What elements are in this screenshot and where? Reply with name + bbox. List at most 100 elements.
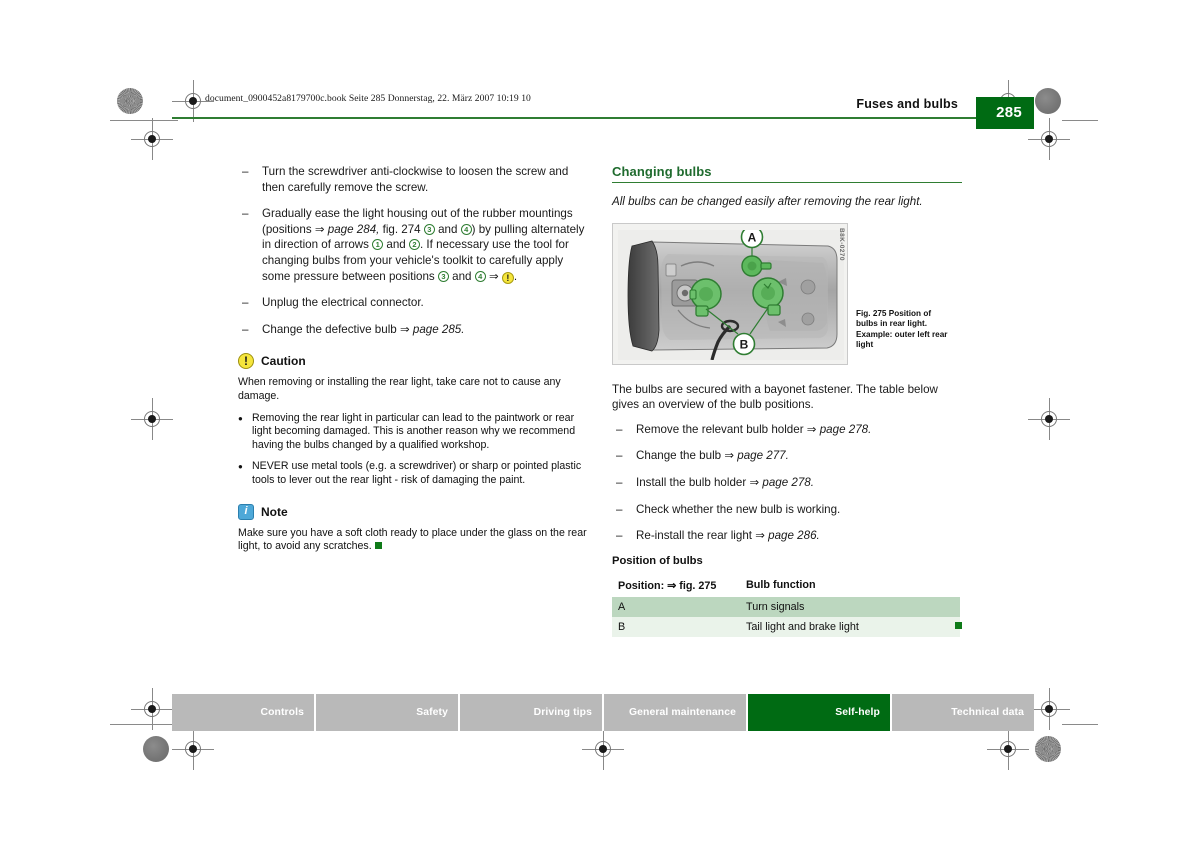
- crop-line-bottom-left: [110, 724, 178, 725]
- registration-mark-left-middle: [131, 398, 173, 440]
- table-cell-function: Turn signals: [740, 596, 960, 617]
- callout-number: 3: [437, 270, 449, 282]
- bulb-position-table: Position: ⇒ fig. 275 Bulb function A Tur…: [612, 574, 960, 637]
- double-arrow-icon: ⇒: [488, 269, 499, 283]
- registration-mark-bottom-center: [582, 728, 624, 770]
- double-arrow-icon: ⇒: [314, 222, 325, 236]
- note-text: Make sure you have a soft cloth ready to…: [238, 526, 587, 553]
- figure-caption-line-2: bulbs in rear light.: [856, 319, 927, 329]
- table-cell-position: A: [612, 596, 740, 617]
- footer-tab-label: Technical data: [951, 707, 1024, 718]
- registration-mark-right-lower: [1028, 688, 1070, 730]
- bulbs-intro-text: The bulbs are secured with a bayonet fas…: [612, 382, 938, 412]
- cross-reference: page 285.: [409, 322, 465, 336]
- figure-code: B8K-0270: [838, 227, 845, 261]
- footer-tab-label: Controls: [260, 707, 304, 718]
- caution-block-header: ! Caution: [238, 353, 588, 370]
- note-block-header: i Note: [238, 503, 588, 520]
- note-text-wrap: Make sure you have a soft cloth ready to…: [238, 527, 588, 554]
- figure-image-frame: A B B8K-0270: [612, 222, 848, 365]
- callout-number: 4: [460, 223, 472, 235]
- right-column: Changing bulbs All bulbs can be changed …: [612, 164, 962, 637]
- instruction-step: Check whether the new bulb is working.: [612, 502, 962, 518]
- cross-reference: page 277.: [734, 449, 789, 463]
- caution-icon: !: [501, 271, 514, 284]
- callout-number: 3: [423, 223, 435, 235]
- registration-mark-right-upper: [1028, 118, 1070, 160]
- instruction-step: Turn the screwdriver anti-clockwise to l…: [238, 164, 588, 195]
- crop-line-top-right: [1062, 120, 1098, 121]
- caution-icon: !: [238, 353, 254, 370]
- figure-block: A B B8K-0270 Fig. 275 Position of bulbs …: [612, 222, 962, 368]
- page-number: 285: [996, 104, 1022, 121]
- bulb-position-table-wrap: Position: ⇒ fig. 275 Bulb function A Tur…: [612, 574, 962, 637]
- footer-tab-controls[interactable]: Controls: [172, 694, 316, 731]
- instruction-step: Install the bulb holder ⇒ page 278.: [612, 475, 962, 491]
- caution-label: Caution: [261, 354, 306, 369]
- footer-tab-label: Driving tips: [533, 707, 592, 718]
- cross-reference: page 286.: [764, 529, 820, 543]
- figure-caption-line-1: Fig. 275 Position of: [856, 308, 932, 318]
- instruction-step: Unplug the electrical connector.: [238, 295, 588, 311]
- halftone-dot-bottom-left: [143, 736, 169, 762]
- table-header-row: Position: ⇒ fig. 275 Bulb function: [612, 574, 960, 597]
- callout-number: 1: [372, 239, 384, 251]
- crop-line-top-left: [110, 120, 178, 121]
- table-col-position: Position: ⇒ fig. 275: [612, 574, 740, 597]
- footer-tab-label: Self-help: [835, 707, 880, 718]
- double-arrow-icon: ⇒: [749, 475, 760, 489]
- footer-tab-safety[interactable]: Safety: [316, 694, 460, 731]
- table-cell-function: Tail light and brake light: [740, 616, 960, 637]
- halftone-dot-top-right: [1035, 88, 1061, 114]
- footer-tab-label: General maintenance: [628, 707, 736, 718]
- caution-intro: When removing or installing the rear lig…: [238, 376, 561, 402]
- halftone-dot-bottom-right: [1035, 736, 1061, 762]
- table-title: Position of bulbs: [612, 554, 703, 567]
- table-row: A Turn signals: [612, 596, 960, 617]
- cross-reference: page 278.: [816, 422, 872, 436]
- double-arrow-icon: ⇒: [724, 449, 735, 463]
- footer-tab-driving-tips[interactable]: Driving tips: [460, 694, 604, 731]
- instruction-step: Change the defective bulb ⇒ page 285.: [238, 322, 588, 338]
- section-heading: Changing bulbs: [612, 164, 712, 179]
- caution-bullet: NEVER use metal tools (e.g. a screwdrive…: [238, 460, 588, 487]
- registration-mark-bottom-left: [172, 728, 214, 770]
- double-arrow-icon: ⇒: [806, 422, 817, 436]
- left-steps-list: Turn the screwdriver anti-clockwise to l…: [238, 164, 588, 337]
- info-icon: i: [238, 503, 254, 520]
- page-title: Fuses and bulbs: [856, 97, 958, 111]
- callout-number: 2: [408, 239, 420, 251]
- registration-mark-bottom-right: [987, 728, 1029, 770]
- figure-caption-line-4: light: [856, 340, 874, 350]
- footer-tab-technical-data[interactable]: Technical data: [892, 694, 1034, 731]
- instruction-step: Remove the relevant bulb holder ⇒ page 2…: [612, 422, 962, 438]
- rear-light-diagram: A B: [618, 229, 844, 360]
- figure-caption: Fig. 275 Position of bulbs in rear light…: [856, 309, 962, 351]
- table-col-function: Bulb function: [740, 574, 960, 597]
- caution-bullet: Removing the rear light in particular ca…: [238, 412, 588, 453]
- footer-tab-general-maintenance[interactable]: General maintenance: [604, 694, 748, 731]
- instruction-step: Re-install the rear light ⇒ page 286.: [612, 528, 962, 544]
- end-marker-square: [374, 542, 382, 550]
- svg-text:B: B: [740, 337, 749, 351]
- table-row: B Tail light and brake light: [612, 616, 960, 637]
- table-cell-position: B: [612, 616, 740, 637]
- instruction-step: Change the bulb ⇒ page 277.: [612, 448, 962, 464]
- header-rule: [172, 117, 1034, 119]
- registration-mark-right-middle: [1028, 398, 1070, 440]
- page-sheet: Fuses and bulbs 285 Turn the screwdriver…: [172, 96, 1034, 736]
- footer-tab-self-help[interactable]: Self-help: [748, 694, 892, 731]
- halftone-dot-top-left: [117, 88, 143, 114]
- registration-mark-left-lower: [131, 688, 173, 730]
- footer-navigation: Controls Safety Driving tips General mainte…: [172, 694, 1034, 731]
- cross-reference: page 284,: [324, 222, 380, 236]
- double-arrow-icon: ⇒: [755, 529, 765, 543]
- double-arrow-icon: ⇒: [399, 322, 410, 336]
- figure-caption-line-3: Example: outer left rear: [856, 329, 948, 339]
- callout-number: 4: [474, 270, 486, 282]
- crop-line-bottom-right: [1062, 724, 1098, 725]
- section-heading-rule: [612, 182, 962, 183]
- registration-mark-left-upper: [131, 118, 173, 160]
- section-lead-text: All bulbs can be changed easily after re…: [612, 195, 923, 208]
- svg-text:A: A: [748, 230, 757, 244]
